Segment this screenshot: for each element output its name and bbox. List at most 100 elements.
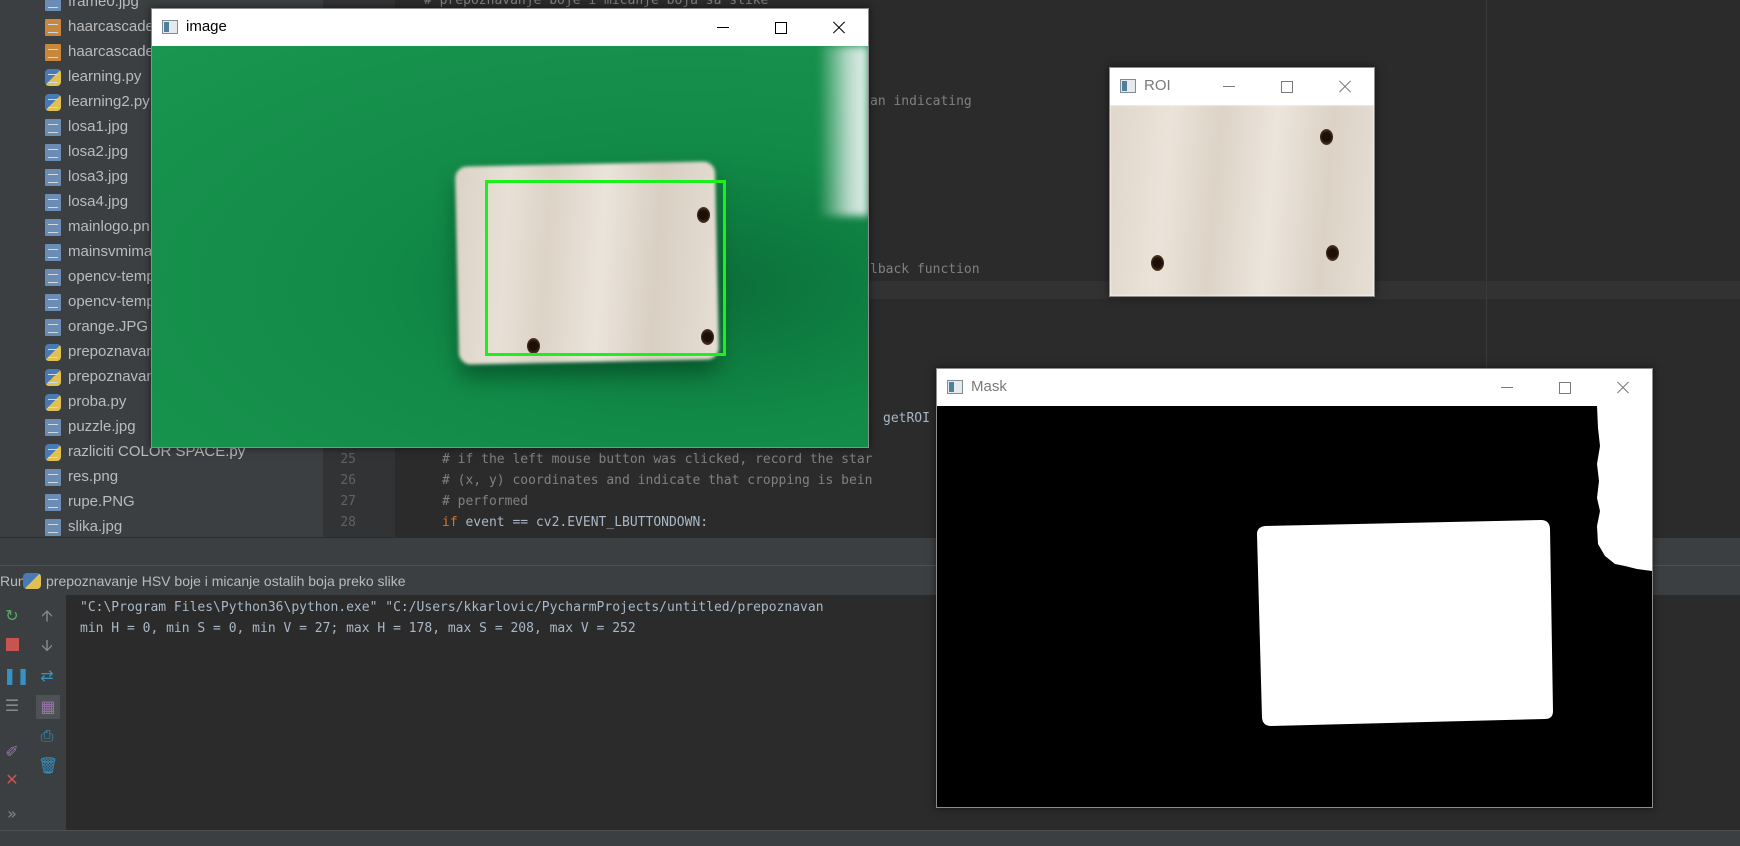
app-icon	[947, 380, 963, 394]
image-file-icon	[45, 169, 61, 186]
file-name: losa4.jpg	[68, 193, 129, 210]
file-name: losa1.jpg	[68, 118, 129, 135]
stop-icon[interactable]	[3, 637, 21, 655]
console-line: "C:\Program Files\Python36\python.exe" "…	[80, 600, 824, 615]
mask-shapes	[1257, 406, 1652, 726]
code-line[interactable]: # if the left mouse button was clicked, …	[442, 452, 872, 467]
line-number: 28	[340, 515, 356, 530]
image-file-icon	[45, 519, 61, 536]
code-text: event == cv2.EVENT_LBUTTONDOWN:	[457, 515, 709, 530]
close-icon[interactable]	[1594, 369, 1652, 406]
settings-icon[interactable]: ☰	[3, 697, 21, 715]
file-name: rupe.PNG	[68, 493, 135, 510]
python-file-icon	[45, 94, 61, 111]
minimize-icon[interactable]	[694, 9, 752, 46]
image-file-icon	[45, 269, 61, 286]
roi-canvas[interactable]	[1110, 105, 1374, 296]
image-file-icon	[45, 494, 61, 511]
minimize-icon[interactable]	[1200, 68, 1258, 105]
rerun-icon[interactable]: ↻	[3, 607, 21, 625]
run-configuration-name[interactable]: prepoznavanje HSV boje i micanje ostalih…	[46, 573, 406, 589]
file-item[interactable]: rupe.PNG	[0, 490, 323, 515]
mask-canvas[interactable]	[937, 406, 1652, 807]
code-fragment: lback function	[870, 262, 980, 277]
code-line[interactable]: if event == cv2.EVENT_LBUTTONDOWN:	[442, 515, 708, 530]
line-number: 27	[340, 494, 356, 509]
file-name: learning.py	[68, 68, 142, 85]
bright-edge	[818, 46, 868, 216]
mask-window[interactable]: Mask	[936, 368, 1653, 808]
pause-icon[interactable]: ❚❚	[3, 667, 30, 685]
image-file-icon	[45, 469, 61, 486]
file-name: orange.JPG	[68, 318, 149, 335]
code-fragment: an indicating	[870, 94, 972, 109]
close-icon[interactable]	[810, 9, 868, 46]
code-line[interactable]: # performed	[442, 494, 528, 509]
image-file-icon	[45, 219, 61, 236]
python-file-icon	[45, 444, 61, 461]
minimize-icon[interactable]	[1478, 369, 1536, 406]
file-name: opencv-temp	[68, 268, 155, 285]
window-title: ROI	[1144, 77, 1171, 94]
file-name: mainlogo.pn	[68, 218, 150, 235]
up-arrow-icon[interactable]: 🡩	[38, 607, 56, 625]
image-file-icon	[45, 294, 61, 311]
image-file-icon	[45, 119, 61, 136]
file-name: losa2.jpg	[68, 143, 129, 160]
mask-window-titlebar[interactable]: Mask	[937, 369, 1652, 406]
code-fragment: getROI	[883, 411, 930, 426]
maximize-icon[interactable]	[1258, 68, 1316, 105]
file-name: haarcascade	[68, 18, 154, 35]
close-icon[interactable]: ✕	[3, 771, 21, 789]
file-name: proba.py	[68, 393, 127, 410]
image-file-icon	[45, 194, 61, 211]
pin-icon[interactable]: ✐	[3, 743, 21, 761]
keyword-if: if	[442, 515, 458, 530]
run-toolbar-left: ↻ ❚❚ ☰ ✐ ✕ »	[0, 595, 30, 830]
cropped-wood	[1110, 105, 1374, 296]
roi-window[interactable]: ROI	[1109, 67, 1375, 297]
run-tab-label[interactable]: Run	[0, 573, 26, 589]
python-file-icon	[45, 369, 61, 386]
mask-edge-region	[1597, 406, 1652, 571]
maximize-icon[interactable]	[1536, 369, 1594, 406]
wood-hole	[1326, 245, 1339, 261]
soft-wrap-icon[interactable]: ⇄	[38, 667, 56, 685]
python-file-icon	[45, 394, 61, 411]
python-file-icon	[23, 573, 41, 589]
python-file-icon	[45, 344, 61, 361]
scroll-to-end-icon[interactable]: ▦	[36, 695, 60, 719]
maximize-icon[interactable]	[752, 9, 810, 46]
image-window-titlebar[interactable]: image	[152, 9, 868, 46]
roi-rectangle	[485, 180, 726, 356]
image-file-icon	[45, 319, 61, 336]
file-name: learning2.py	[68, 93, 150, 110]
file-name: frame0.jpg	[68, 0, 139, 10]
image-window[interactable]: image	[151, 8, 869, 448]
print-icon[interactable]: ⎙	[38, 727, 56, 745]
run-toolbar-right: 🡩 🡫 ⇄ ▦ ⎙ 🗑	[30, 595, 67, 830]
image-file-icon	[45, 0, 61, 11]
file-name: haarcascade	[68, 43, 154, 60]
window-title: Mask	[971, 378, 1007, 395]
file-item[interactable]: res.png	[0, 465, 323, 490]
mask-block-region	[1257, 520, 1553, 726]
image-canvas[interactable]	[152, 46, 868, 447]
close-icon[interactable]	[1316, 68, 1374, 105]
down-arrow-icon[interactable]: 🡫	[38, 637, 56, 655]
roi-window-titlebar[interactable]: ROI	[1110, 68, 1374, 105]
file-name: res.png	[68, 468, 119, 485]
more-icon[interactable]: »	[3, 805, 21, 823]
xml-file-icon	[45, 19, 61, 36]
code-comment-line: # prepoznavanje boje i micanje boja sa s…	[424, 0, 769, 8]
image-file-icon	[45, 144, 61, 161]
python-file-icon	[45, 69, 61, 86]
file-name: prepoznavan	[68, 343, 155, 360]
code-line[interactable]: # (x, y) coordinates and indicate that c…	[442, 473, 872, 488]
line-number: 25	[340, 452, 356, 467]
console-line: min H = 0, min S = 0, min V = 27; max H …	[80, 621, 636, 636]
trash-icon[interactable]: 🗑	[38, 757, 58, 775]
file-name: prepoznavan	[68, 368, 155, 385]
app-icon	[1120, 79, 1136, 93]
image-file-icon	[45, 244, 61, 261]
